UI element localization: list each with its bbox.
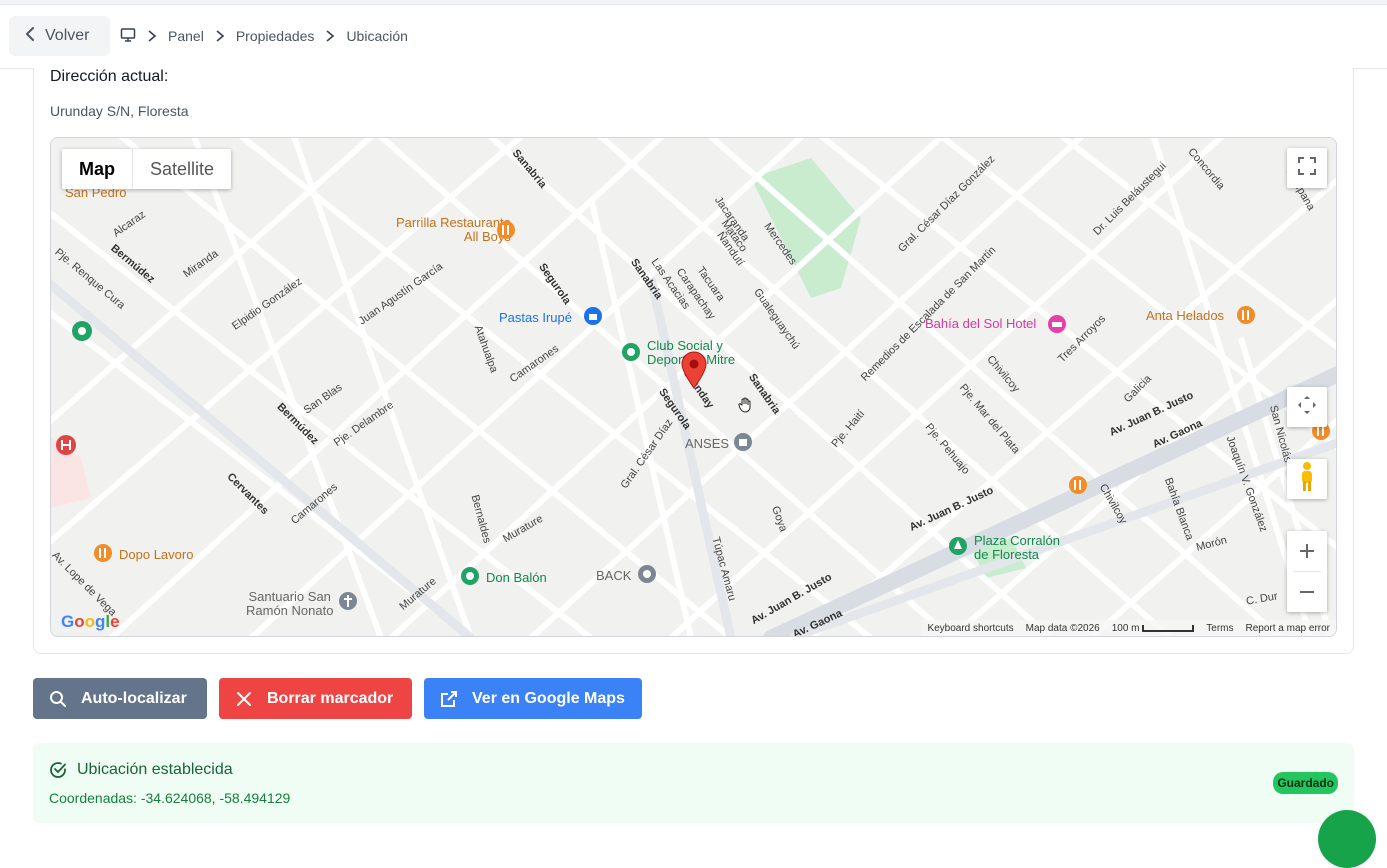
- church-icon[interactable]: [338, 591, 358, 614]
- breadcrumb-propiedades[interactable]: Propiedades: [236, 28, 315, 44]
- icecream-icon[interactable]: [1236, 305, 1256, 328]
- chevron-right-icon: [146, 29, 158, 43]
- search-icon: [50, 690, 66, 707]
- restaurant-icon[interactable]: [496, 220, 516, 243]
- floating-action-button[interactable]: [1318, 810, 1376, 868]
- hotel-icon[interactable]: [1047, 314, 1067, 337]
- address-value: Urunday S/N, Floresta: [50, 103, 189, 119]
- auto-localize-button[interactable]: Auto-localizar: [33, 678, 207, 719]
- tree-icon[interactable]: [948, 536, 968, 559]
- poi-label[interactable]: Parrilla Restaurante All Boys: [396, 216, 511, 244]
- location-status: Ubicación establecida Coordenadas: -34.6…: [33, 743, 1354, 823]
- monitor-icon[interactable]: [120, 27, 136, 46]
- poi-label[interactable]: ANSES: [685, 436, 729, 451]
- hospital-icon[interactable]: [55, 434, 77, 459]
- map-data-text: Map data ©2026: [1025, 622, 1100, 634]
- status-badge: Guardado: [1273, 772, 1338, 794]
- map-footer: Keyboard shortcuts Map data ©2026 100 m …: [921, 620, 1336, 636]
- terms-link[interactable]: Terms: [1206, 623, 1233, 634]
- poi-label[interactable]: Don Balón: [486, 570, 547, 585]
- action-buttons: Auto-localizar Borrar marcador Ver en Go…: [33, 678, 642, 719]
- government-icon[interactable]: [733, 432, 753, 455]
- restaurant-icon[interactable]: [93, 543, 113, 566]
- chevron-right-icon: [324, 29, 336, 43]
- minus-icon: [1300, 591, 1314, 593]
- zoom-out-button[interactable]: [1287, 572, 1327, 612]
- chevron-right-icon: [214, 29, 226, 43]
- keyboard-shortcuts-link[interactable]: Keyboard shortcuts: [927, 623, 1013, 634]
- park-icon[interactable]: [621, 342, 641, 365]
- poi-label[interactable]: Bahía del Sol Hotel: [925, 316, 1036, 331]
- poi-label[interactable]: Pastas Irupé: [499, 310, 572, 325]
- move-arrows-icon: [1296, 394, 1318, 421]
- map-type-satellite[interactable]: Satellite: [132, 149, 231, 189]
- back-button[interactable]: Volver: [9, 16, 110, 56]
- street-view-button[interactable]: [1287, 459, 1327, 499]
- restaurant-icon[interactable]: [1068, 475, 1088, 498]
- breadcrumb-panel[interactable]: Panel: [168, 28, 204, 44]
- poi-label[interactable]: Anta Helados: [1146, 308, 1224, 323]
- chevron-left-icon: [25, 26, 35, 47]
- plus-icon: [1300, 544, 1314, 558]
- place-icon[interactable]: [637, 564, 657, 587]
- external-link-icon: [441, 690, 457, 707]
- status-title: Ubicación establecida: [77, 761, 233, 778]
- fullscreen-icon: [1298, 156, 1316, 180]
- top-header: Volver Panel Propiedades Ubicación: [0, 5, 1387, 69]
- map-scale[interactable]: 100 m: [1112, 623, 1195, 634]
- park-icon[interactable]: [460, 566, 480, 589]
- auto-localize-label: Auto-localizar: [81, 689, 187, 707]
- close-icon: [237, 691, 251, 706]
- clear-marker-button[interactable]: Borrar marcador: [219, 678, 412, 719]
- google-maps-button[interactable]: Ver en Google Maps: [424, 678, 642, 719]
- status-title-row: Ubicación establecida: [49, 761, 233, 779]
- breadcrumb: Panel Propiedades Ubicación: [120, 16, 408, 56]
- map-type-control: Map Satellite: [62, 149, 232, 189]
- google-logo: Google: [61, 612, 120, 631]
- check-circle-icon: [50, 762, 66, 778]
- hand-cursor-icon: [737, 396, 755, 419]
- map-type-map[interactable]: Map: [62, 149, 132, 189]
- park-icon[interactable]: [71, 320, 93, 345]
- back-label: Volver: [45, 27, 90, 44]
- fullscreen-button[interactable]: [1287, 148, 1327, 188]
- breadcrumb-ubicacion: Ubicación: [346, 28, 408, 44]
- poi-label[interactable]: BACK: [596, 568, 631, 583]
- shop-icon[interactable]: [583, 306, 603, 329]
- google-maps-label: Ver en Google Maps: [472, 689, 625, 707]
- poi-label[interactable]: Santuario San Ramón Nonato: [246, 590, 333, 618]
- poi-label[interactable]: Plaza Corralón de Floresta: [974, 534, 1060, 562]
- report-error-link[interactable]: Report a map error: [1246, 623, 1330, 634]
- pegman-icon: [1298, 461, 1316, 498]
- zoom-control: [1287, 531, 1327, 612]
- status-coordinates: Coordenadas: -34.624068, -58.494129: [49, 790, 291, 806]
- poi-label[interactable]: Dopo Lavoro: [119, 547, 193, 562]
- clear-marker-label: Borrar marcador: [267, 689, 394, 707]
- map-canvas[interactable]: Sanabria Segurola Sanabria Sanabria Segu…: [50, 137, 1337, 637]
- camera-control-button[interactable]: [1287, 387, 1327, 427]
- address-title: Dirección actual:: [50, 68, 169, 85]
- location-marker-icon[interactable]: [681, 351, 707, 394]
- zoom-in-button[interactable]: [1287, 531, 1327, 571]
